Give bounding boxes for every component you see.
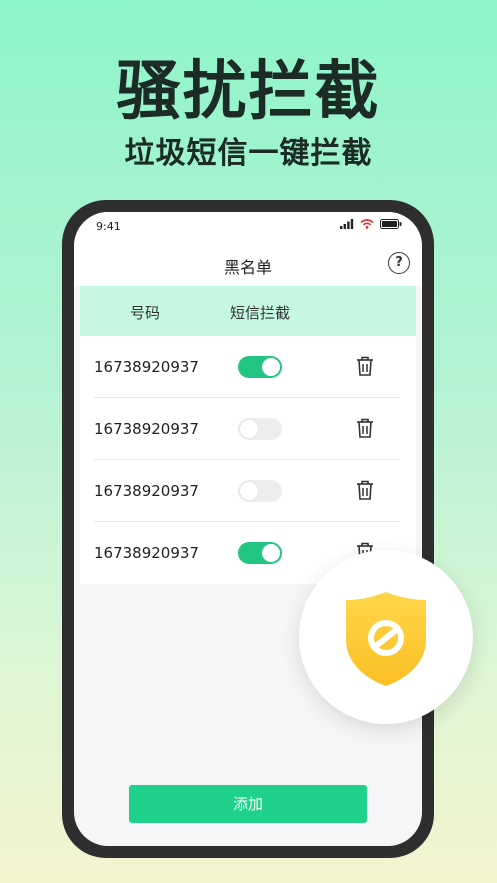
hero-title: 骚扰拦截 (116, 55, 381, 129)
sms-block-toggle[interactable] (238, 356, 282, 378)
phone-number: 16738920937 (94, 544, 199, 562)
table-row: 16738920937 (80, 460, 416, 522)
add-button[interactable]: 添加 (129, 785, 367, 823)
sms-block-toggle[interactable] (238, 480, 282, 502)
phone-number: 16738920937 (94, 358, 199, 376)
page-title: 黑名单 (223, 258, 272, 277)
trash-icon[interactable] (356, 480, 374, 504)
sms-block-toggle[interactable] (238, 542, 282, 564)
status-time: 9:41 (96, 220, 121, 233)
hero-subtitle: 垃圾短信一键拦截 (124, 136, 373, 171)
sms-block-toggle[interactable] (238, 418, 282, 440)
status-bar: 9:41 (74, 212, 422, 240)
block-shield-icon (346, 592, 426, 686)
phone-screen: 9:41 黑名单 ? 号码 短信拦截 16738920937 167389209… (74, 212, 422, 846)
table-row: 16738920937 (80, 398, 416, 460)
phone-number: 16738920937 (94, 482, 199, 500)
phone-frame: 9:41 黑名单 ? 号码 短信拦截 16738920937 167389209… (62, 200, 434, 858)
battery-icon (380, 219, 402, 229)
toggle-knob (240, 482, 258, 500)
column-header-number: 号码 (130, 304, 161, 322)
wifi-icon (360, 219, 374, 229)
toggle-knob (262, 544, 280, 562)
table-header: 号码 短信拦截 (80, 286, 416, 336)
column-header-sms-block: 短信拦截 (230, 304, 291, 322)
trash-icon[interactable] (356, 418, 374, 442)
shield-badge (299, 550, 473, 724)
phone-number: 16738920937 (94, 420, 199, 438)
blacklist-table: 16738920937 16738920937 16738920937 1673892… (80, 336, 416, 584)
help-icon[interactable]: ? (388, 252, 410, 274)
toggle-knob (240, 420, 258, 438)
title-bar: 黑名单 ? (74, 240, 422, 286)
trash-icon[interactable] (356, 356, 374, 380)
signal-icon (340, 219, 354, 229)
table-row: 16738920937 (80, 336, 416, 398)
toggle-knob (262, 358, 280, 376)
